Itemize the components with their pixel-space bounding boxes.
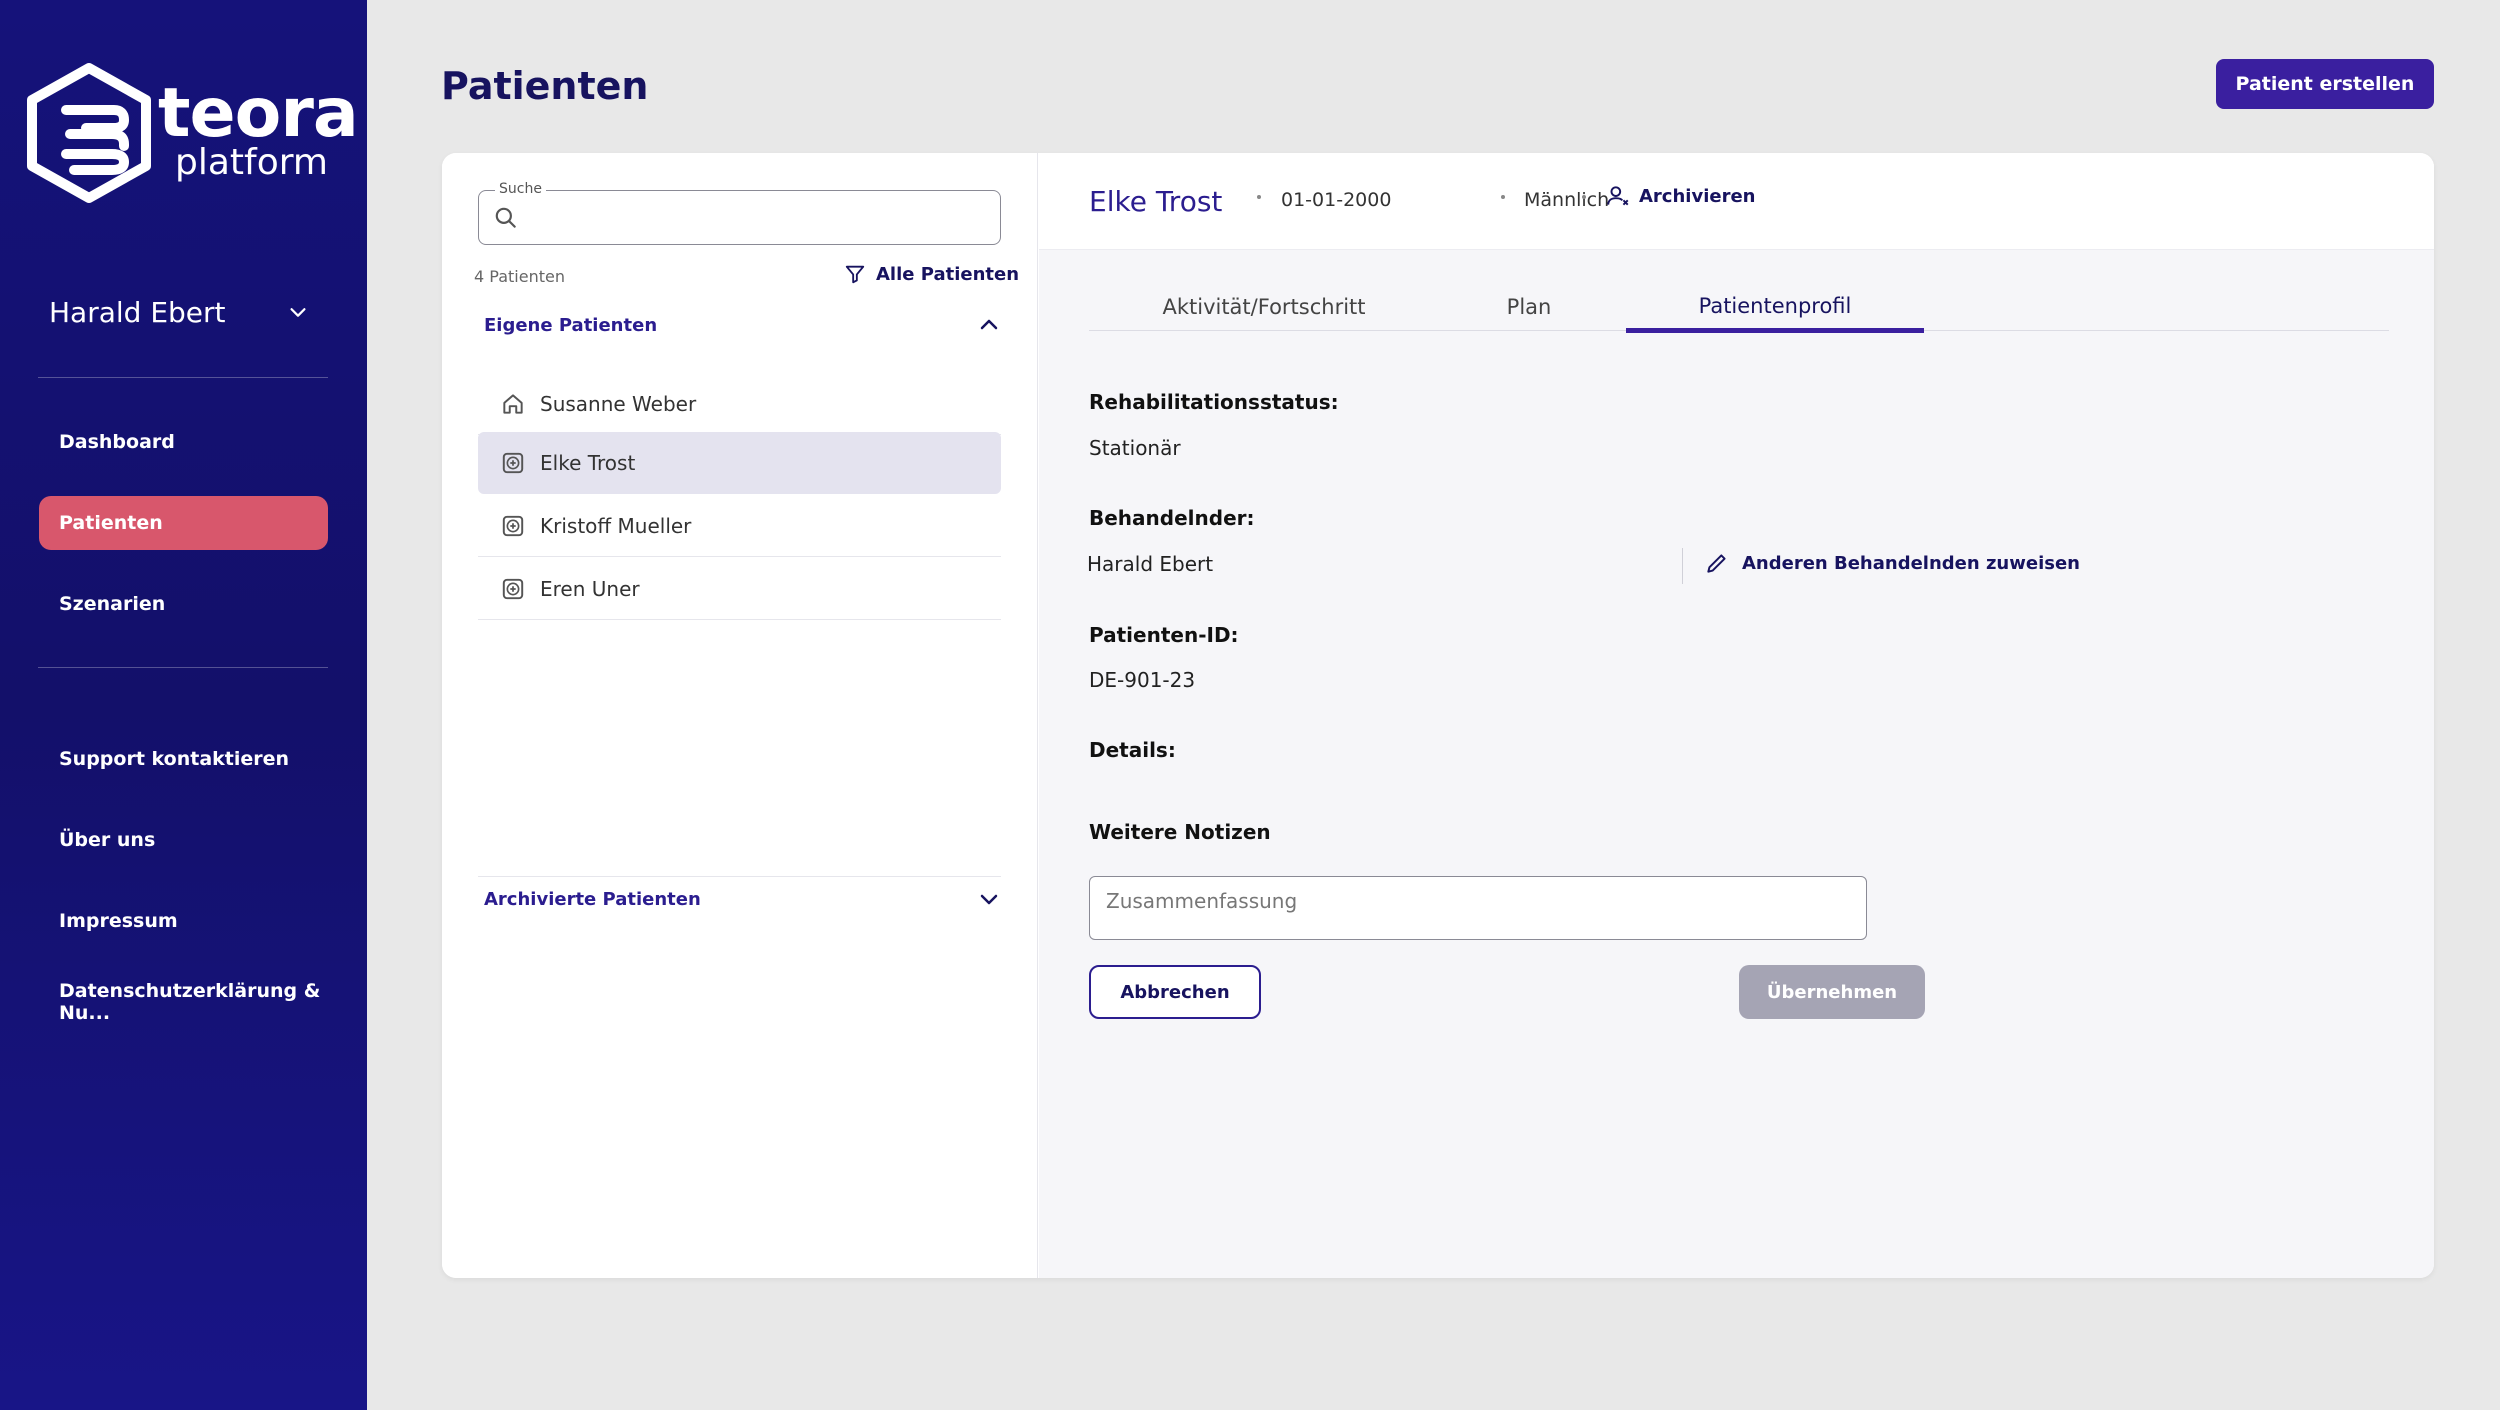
detail-tabs: Aktivität/Fortschritt Plan Patientenprof… [1089, 283, 2389, 333]
assign-label: Anderen Behandelnden zuweisen [1742, 552, 2080, 574]
nav-dashboard[interactable]: Dashboard [39, 415, 328, 469]
search-field: Suche [478, 181, 1001, 245]
create-patient-button[interactable]: Patient erstellen [2216, 59, 2434, 109]
sidebar-divider [38, 667, 328, 668]
rehab-status-value: Stationär [1089, 436, 1181, 460]
archived-divider [478, 876, 1001, 877]
patient-id-value: DE-901-23 [1089, 668, 1196, 692]
chevron-down-icon [980, 894, 998, 905]
patient-id-label: Patienten-ID: [1089, 623, 1239, 647]
filter-button[interactable]: Alle Patienten [844, 263, 1019, 285]
therapist-label: Behandelnder: [1089, 506, 1255, 530]
filter-label: Alle Patienten [876, 263, 1020, 285]
archived-patients-title: Archivierte Patienten [484, 888, 701, 910]
summary-input[interactable] [1089, 876, 1867, 940]
patient-name: Susanne Weber [540, 391, 697, 416]
tab-patient-profile[interactable]: Patientenprofil [1626, 283, 1924, 333]
own-patients-title: Eigene Patienten [484, 314, 658, 336]
patient-name: Elke Trost [540, 451, 636, 475]
nav-support[interactable]: Support kontaktieren [39, 732, 328, 786]
patient-item[interactable]: Susanne Weber [478, 373, 1001, 435]
detail-header: Elke Trost 01-01-2000 Männlich Archivier… [1039, 153, 2434, 250]
patient-detail-pane: Elke Trost 01-01-2000 Männlich Archivier… [1039, 153, 2434, 1278]
medical-cross-icon [502, 452, 524, 474]
separator-dot [1582, 195, 1586, 199]
home-icon [503, 393, 523, 414]
nav-privacy[interactable]: Datenschutzerklärung & Nu... [39, 975, 328, 1029]
therapist-value: Harald Ebert [1087, 552, 1214, 576]
search-icon [495, 207, 516, 228]
patient-item[interactable]: Kristoff Mueller [478, 495, 1001, 557]
page-title: Patienten [441, 64, 649, 108]
patient-name: Eren Uner [540, 576, 640, 601]
chevron-down-icon [290, 308, 306, 317]
rehab-status-label: Rehabilitationsstatus: [1089, 390, 1339, 414]
patient-list-pane: Suche 4 Patienten Alle Patienten Eigene … [442, 153, 1038, 1278]
vertical-divider [1682, 548, 1683, 584]
nav-patienten[interactable]: Patienten [39, 496, 328, 550]
patient-count: 4 Patienten [474, 267, 565, 286]
medical-cross-icon [502, 578, 524, 599]
cancel-button[interactable]: Abbrechen [1089, 965, 1261, 1019]
patients-card: Suche 4 Patienten Alle Patienten Eigene … [442, 153, 2434, 1278]
archive-button[interactable]: Archivieren [1605, 183, 1755, 209]
user-name: Harald Ebert [49, 295, 226, 329]
nav-impressum[interactable]: Impressum [39, 894, 328, 948]
search-label: Suche [495, 181, 546, 197]
notes-label: Weitere Notizen [1089, 820, 1271, 844]
filter-icon [845, 265, 865, 284]
patient-item[interactable]: Eren Uner [478, 558, 1001, 620]
details-label: Details: [1089, 738, 1176, 762]
sidebar-divider [38, 377, 328, 378]
gender: Männlich [1524, 189, 1610, 211]
nav-about[interactable]: Über uns [39, 813, 328, 867]
apply-button[interactable]: Übernehmen [1739, 965, 1925, 1019]
brand-sub: platform [175, 142, 328, 183]
medical-cross-icon [502, 515, 524, 536]
assign-therapist-button[interactable]: Anderen Behandelnden zuweisen [1704, 550, 2080, 576]
archive-label: Archivieren [1639, 185, 1756, 207]
birthdate: 01-01-2000 [1281, 189, 1392, 211]
sidebar: teora platform Harald Ebert Dashboard Pa… [0, 0, 367, 1410]
pencil-icon [1707, 554, 1726, 573]
separator-dot [1257, 195, 1261, 199]
search-input[interactable] [525, 199, 985, 235]
tab-plan[interactable]: Plan [1459, 283, 1599, 331]
nav-szenarien[interactable]: Szenarien [39, 577, 328, 631]
user-menu[interactable]: Harald Ebert [49, 292, 309, 332]
tab-activity[interactable]: Aktivität/Fortschritt [1119, 283, 1409, 331]
separator-dot [1501, 195, 1505, 199]
own-patients-toggle[interactable]: Eigene Patienten [484, 313, 1001, 337]
chevron-up-icon [980, 319, 998, 330]
archived-patients-toggle[interactable]: Archivierte Patienten [484, 887, 1001, 911]
patient-detail-name: Elke Trost [1089, 185, 1223, 218]
patient-item-selected[interactable]: Elke Trost [478, 432, 1001, 494]
patient-name: Kristoff Mueller [540, 513, 692, 538]
user-remove-icon [1607, 186, 1629, 206]
